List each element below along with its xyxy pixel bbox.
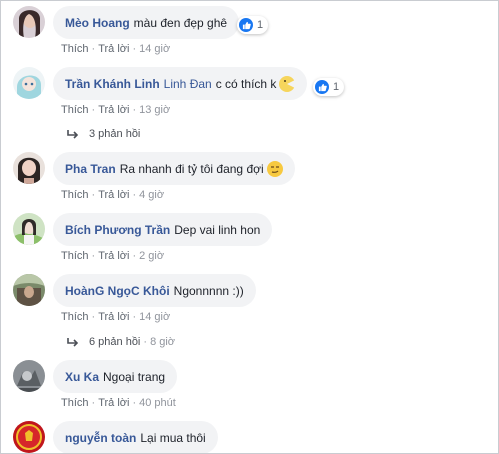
comment-bubble: Pha Tran Ra nhanh đi tỷ tôi đang đợi <box>53 152 295 185</box>
like-link[interactable]: Thích <box>61 250 89 262</box>
reply-arrow-icon <box>67 129 79 139</box>
comment-bubble: Trần Khánh Linh Linh Đan c có thích k <box>53 67 308 100</box>
thumbs-up-icon <box>239 18 253 32</box>
comment-time[interactable]: 13 giờ <box>139 104 170 116</box>
comment-time[interactable]: 14 giờ <box>139 43 170 55</box>
smirk-emoji-icon <box>266 160 283 177</box>
avatar[interactable] <box>13 152 45 184</box>
comment-actions: Thích · Trả lời · 13 giờ <box>61 104 170 116</box>
like-link[interactable]: Thích <box>61 189 89 201</box>
separator: · <box>91 250 96 262</box>
avatar[interactable] <box>13 360 45 392</box>
comment-time[interactable]: 4 giờ <box>139 189 164 201</box>
comment-text: Lại mua thôi <box>140 430 206 445</box>
comment-text: màu đen đẹp ghê <box>133 15 228 30</box>
comment-bubble: HoànG NgọC Khôi Ngonnnnn :)) <box>53 274 256 307</box>
thumbs-up-icon <box>315 80 329 94</box>
avatar[interactable] <box>13 213 45 245</box>
avatar[interactable] <box>13 67 45 99</box>
like-link[interactable]: Thích <box>61 397 89 409</box>
separator: · <box>91 43 96 55</box>
comment-thread: Mèo Hoang màu đen đẹp ghê 1 Thích · Trả lờ… <box>0 0 499 454</box>
comment-text: Ngoại trang <box>103 369 166 384</box>
replies-time: 8 giờ <box>150 336 176 348</box>
comment-time[interactable]: 14 giờ <box>139 311 170 323</box>
replies-count[interactable]: 6 phản hồi <box>89 336 140 348</box>
separator: · <box>132 43 137 55</box>
replies-count[interactable]: 3 phản hồi <box>89 128 140 140</box>
separator: · <box>91 104 96 116</box>
avatar[interactable] <box>13 421 45 453</box>
reaction-number: 1 <box>333 81 340 93</box>
separator: · <box>132 311 137 323</box>
separator: · <box>91 189 96 201</box>
reply-link[interactable]: Trả lời <box>98 104 129 116</box>
comment-text: Ngonnnnn :)) <box>173 283 244 298</box>
separator: · <box>143 336 148 348</box>
reply-link[interactable]: Trả lời <box>98 397 129 409</box>
reply-link[interactable]: Trả lời <box>98 43 129 55</box>
comment-actions: Thích · Trả lời · 40 phút <box>61 397 176 409</box>
reaction-number: 1 <box>257 19 264 31</box>
mention-link[interactable]: Linh Đan <box>164 77 212 91</box>
comment-actions: Thích · Trả lời · 4 giờ <box>61 189 164 201</box>
comment-actions: Thích · Trả lời · 2 giờ <box>61 250 164 262</box>
separator: · <box>132 104 137 116</box>
comment-text: Ra nhanh đi tỷ tôi đang đợi <box>119 161 264 176</box>
emoji-icon <box>279 75 296 92</box>
comment-author[interactable]: Bích Phương Trần <box>65 223 170 237</box>
like-link[interactable]: Thích <box>61 311 89 323</box>
reply-link[interactable]: Trả lời <box>98 189 129 201</box>
comment-bubble: Xu Ka Ngoại trang <box>53 360 178 393</box>
separator: · <box>91 397 96 409</box>
comment-text: c có thích k <box>215 76 277 91</box>
reply-arrow-icon <box>67 337 79 347</box>
separator: · <box>132 189 137 201</box>
comment-author[interactable]: HoànG NgọC Khôi <box>65 284 170 298</box>
view-replies-link[interactable]: 3 phản hồi <box>67 128 140 140</box>
reply-link[interactable]: Trả lời <box>98 311 129 323</box>
comment-actions: Thích · Trả lời · 14 giờ <box>61 43 170 55</box>
separator: · <box>91 311 96 323</box>
comment-text: Dep vai linh hon <box>174 222 261 237</box>
separator: · <box>132 397 137 409</box>
comment-author[interactable]: Xu Ka <box>65 370 99 384</box>
comment-bubble: Mèo Hoang màu đen đẹp ghê <box>53 6 240 39</box>
avatar[interactable] <box>13 6 45 38</box>
reaction-count[interactable]: 1 <box>237 16 269 34</box>
reply-link[interactable]: Trả lời <box>98 250 129 262</box>
comment-time[interactable]: 2 giờ <box>139 250 164 262</box>
comment-author[interactable]: Mèo Hoang <box>65 16 130 30</box>
separator: · <box>132 250 137 262</box>
like-link[interactable]: Thích <box>61 43 89 55</box>
like-link[interactable]: Thích <box>61 104 89 116</box>
comment-author[interactable]: Pha Tran <box>65 162 116 176</box>
comment-bubble: nguyễn toàn Lại mua thôi <box>53 421 218 453</box>
comment-author[interactable]: Trần Khánh Linh <box>65 77 160 91</box>
avatar[interactable] <box>13 274 45 306</box>
comment-actions: Thích · Trả lời · 14 giờ <box>61 311 170 323</box>
comment-author[interactable]: nguyễn toàn <box>65 431 136 445</box>
comment-bubble: Bích Phương Trần Dep vai linh hon <box>53 213 273 246</box>
view-replies-link[interactable]: 6 phản hồi · 8 giờ <box>67 336 175 348</box>
reaction-count[interactable]: 1 <box>313 78 345 96</box>
comment-time[interactable]: 40 phút <box>139 397 176 409</box>
